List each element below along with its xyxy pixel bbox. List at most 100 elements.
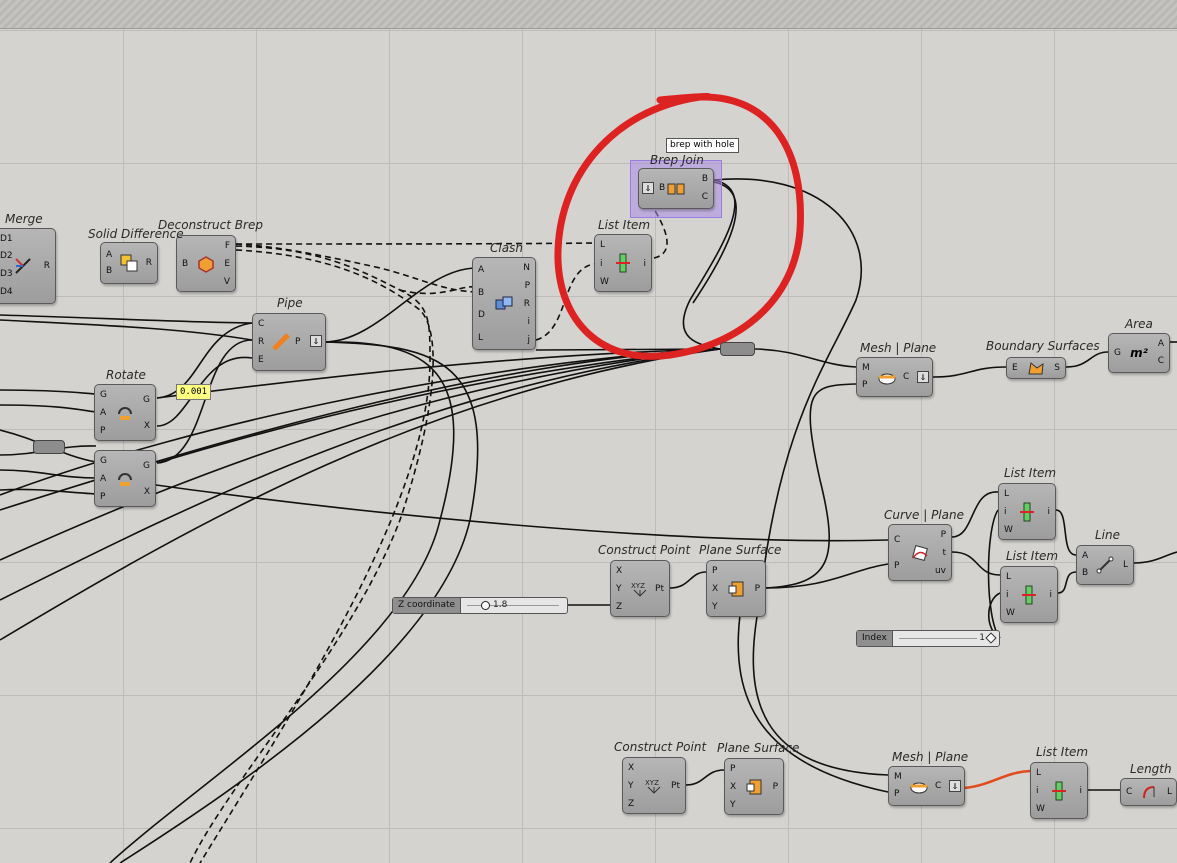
index-slider[interactable]: Index 1: [856, 630, 1000, 647]
length-component[interactable]: C L: [1120, 778, 1177, 806]
port-g-out[interactable]: G: [143, 461, 150, 471]
port-p[interactable]: P: [525, 281, 530, 291]
port-a[interactable]: A: [1158, 339, 1164, 349]
port-g[interactable]: G: [100, 456, 107, 466]
port-p[interactable]: P: [295, 337, 300, 347]
brep-join-component[interactable]: ⇓ B B C: [638, 168, 714, 209]
port-g[interactable]: G: [1114, 348, 1121, 358]
port-e[interactable]: E: [1012, 363, 1018, 373]
deconstruct-brep-component[interactable]: B F E V: [176, 235, 236, 292]
port-i-out[interactable]: i: [1047, 507, 1050, 517]
list-item-3-component[interactable]: L i W i: [1000, 566, 1058, 623]
port-pt[interactable]: Pt: [671, 781, 680, 791]
port-z[interactable]: Z: [616, 602, 622, 612]
port-b[interactable]: B: [182, 259, 188, 269]
port-c-out[interactable]: C: [702, 192, 708, 202]
port-x[interactable]: X: [616, 566, 622, 576]
port-b[interactable]: B: [106, 266, 112, 276]
port-p[interactable]: P: [894, 561, 899, 571]
port-i[interactable]: i: [527, 317, 530, 327]
port-d2[interactable]: D2: [0, 251, 13, 261]
port-p[interactable]: P: [862, 380, 867, 390]
port-i[interactable]: i: [600, 259, 603, 269]
port-p[interactable]: P: [100, 492, 105, 502]
relay-node[interactable]: [33, 440, 65, 454]
curve-plane-component[interactable]: C P P t uv: [888, 524, 952, 581]
port-a[interactable]: A: [100, 408, 106, 418]
port-d1[interactable]: D1: [0, 234, 13, 244]
port-p[interactable]: P: [730, 764, 735, 774]
port-l[interactable]: L: [600, 240, 605, 250]
port-e[interactable]: E: [258, 355, 264, 365]
port-y[interactable]: Y: [628, 781, 634, 791]
port-w[interactable]: W: [1004, 525, 1013, 535]
port-w[interactable]: W: [600, 277, 609, 287]
port-r[interactable]: R: [258, 337, 264, 347]
port-y[interactable]: Y: [712, 602, 718, 612]
construct-point-component-1[interactable]: X Y Z Pt XYZ: [610, 560, 670, 617]
plane-surface-component-1[interactable]: P X Y P: [706, 560, 766, 617]
port-d4[interactable]: D4: [0, 287, 13, 297]
slider-handle[interactable]: [481, 601, 490, 610]
port-d[interactable]: D: [478, 310, 485, 320]
port-x[interactable]: X: [628, 763, 634, 773]
slider-track[interactable]: [899, 638, 977, 639]
port-m[interactable]: M: [894, 772, 902, 782]
port-g[interactable]: G: [100, 390, 107, 400]
port-p[interactable]: P: [894, 789, 899, 799]
port-w[interactable]: W: [1036, 804, 1045, 814]
port-l[interactable]: L: [478, 333, 483, 343]
rotate-component-2[interactable]: G A P G X: [94, 450, 156, 507]
port-a[interactable]: A: [1082, 551, 1088, 561]
port-pt[interactable]: Pt: [655, 584, 664, 594]
port-i[interactable]: i: [1036, 786, 1039, 796]
port-w[interactable]: W: [1006, 608, 1015, 618]
port-z[interactable]: Z: [628, 799, 634, 809]
port-i[interactable]: i: [1004, 507, 1007, 517]
port-c[interactable]: C: [894, 535, 900, 545]
line-component[interactable]: A B L: [1076, 545, 1134, 585]
list-item-4-component[interactable]: L i W i: [1030, 762, 1088, 819]
port-x[interactable]: X: [712, 584, 718, 594]
port-r[interactable]: R: [146, 258, 152, 268]
port-p-out[interactable]: P: [773, 782, 778, 792]
port-s[interactable]: S: [1054, 363, 1060, 373]
port-c[interactable]: C: [1158, 356, 1164, 366]
port-n[interactable]: N: [523, 263, 530, 273]
plane-surface-component-2[interactable]: P X Y P: [724, 758, 784, 815]
number-panel[interactable]: 0.001: [176, 384, 212, 400]
port-l[interactable]: L: [1036, 768, 1041, 778]
port-m[interactable]: M: [862, 363, 870, 373]
port-c[interactable]: C: [903, 372, 909, 382]
port-i[interactable]: i: [1006, 590, 1009, 600]
relay-node[interactable]: [720, 342, 755, 356]
construct-point-component-2[interactable]: X Y Z Pt XYZ: [622, 757, 686, 814]
port-b-out[interactable]: B: [702, 174, 708, 184]
graft-icon[interactable]: ⇓: [917, 371, 929, 383]
z-coordinate-slider[interactable]: Z coordinate 1.8: [392, 597, 568, 614]
pipe-component[interactable]: C R E P ⇓: [252, 313, 326, 371]
port-e[interactable]: E: [224, 259, 230, 269]
clash-component[interactable]: A B D L N P R i j: [472, 257, 536, 350]
port-l[interactable]: L: [1123, 560, 1128, 570]
port-c[interactable]: C: [258, 319, 264, 329]
port-x[interactable]: X: [730, 782, 736, 792]
port-p-out[interactable]: P: [941, 530, 946, 540]
port-y[interactable]: Y: [616, 584, 622, 594]
port-uv-out[interactable]: uv: [935, 566, 946, 576]
slider-handle[interactable]: [985, 632, 997, 644]
port-a[interactable]: A: [106, 250, 112, 260]
flatten-icon[interactable]: ⇓: [642, 182, 654, 194]
port-i-out[interactable]: i: [643, 259, 646, 269]
port-b[interactable]: B: [478, 288, 484, 298]
port-f[interactable]: F: [225, 241, 230, 251]
port-i-out[interactable]: i: [1079, 786, 1082, 796]
port-b[interactable]: B: [1082, 568, 1088, 578]
port-a[interactable]: A: [478, 265, 484, 275]
port-r[interactable]: R: [524, 299, 530, 309]
port-l[interactable]: L: [1004, 489, 1009, 499]
area-component[interactable]: G A C m²: [1108, 333, 1170, 373]
list-item-2-component[interactable]: L i W i: [998, 483, 1056, 540]
list-item-1-component[interactable]: L i W i: [594, 234, 652, 292]
port-a[interactable]: A: [100, 474, 106, 484]
